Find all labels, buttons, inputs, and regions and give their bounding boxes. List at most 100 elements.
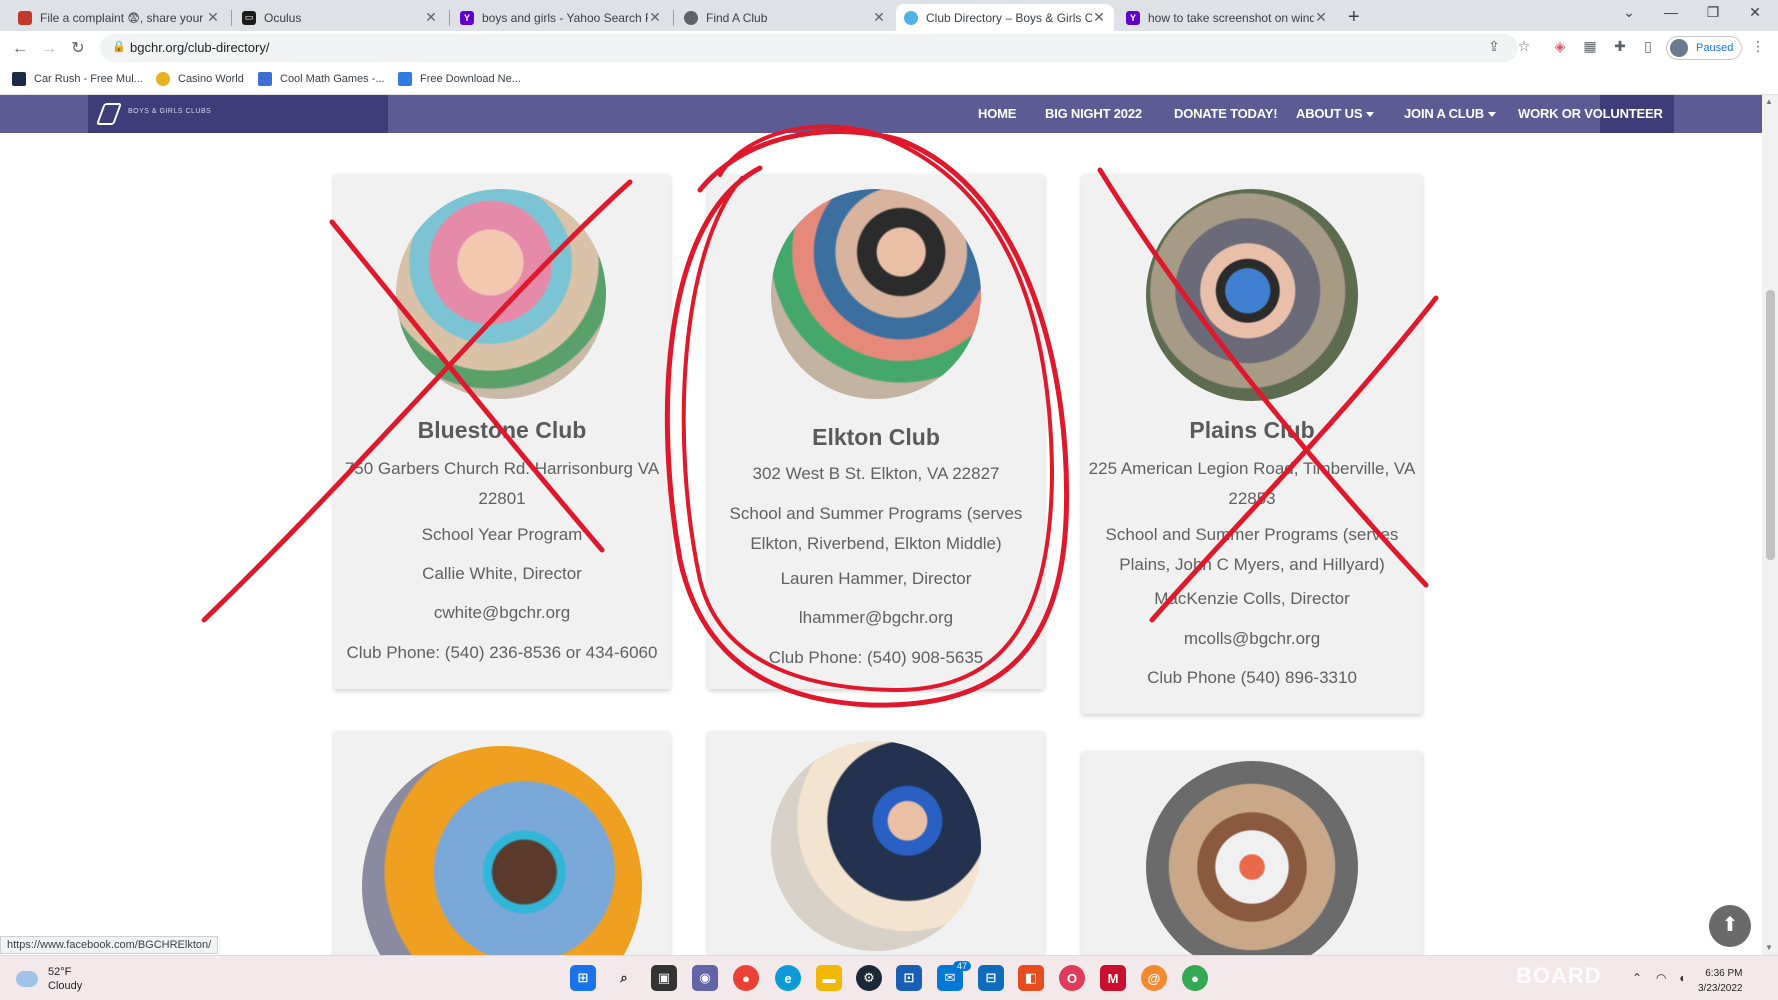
bookmark-free-download[interactable]: Free Download Ne... bbox=[398, 72, 521, 86]
side-panel-icon[interactable]: ▯ bbox=[1638, 38, 1658, 55]
windows-start-icon[interactable]: ⊞ bbox=[570, 965, 596, 991]
browser-window: File a complaint 😨, share your e ✕ ▭ Ocu… bbox=[0, 0, 1778, 1000]
microsoft-store-icon[interactable]: ⊡ bbox=[896, 965, 922, 991]
oculus-favicon-icon: ▭ bbox=[242, 10, 256, 25]
office-icon[interactable]: ◧ bbox=[1018, 965, 1044, 991]
logo-wordmark: BOYS & GIRLS CLUBS bbox=[128, 108, 212, 115]
nav-work-or-volunteer[interactable]: WORK OR VOLUNTEER bbox=[1518, 106, 1663, 121]
chrome-profile-icon[interactable]: ● bbox=[1182, 965, 1208, 991]
bookmark-cool-math[interactable]: Cool Math Games -... bbox=[258, 72, 385, 86]
chat-icon[interactable]: ◉ bbox=[692, 965, 718, 991]
car-rush-icon bbox=[12, 72, 26, 86]
tab-screenshot-howto[interactable]: Y how to take screenshot on windo ✕ bbox=[1118, 4, 1336, 31]
club-photo bbox=[771, 741, 981, 951]
mail-badge: 47 bbox=[953, 961, 972, 971]
minimize-icon[interactable]: — bbox=[1656, 4, 1686, 20]
page-scrollbar[interactable]: ▲ ▼ bbox=[1762, 95, 1778, 955]
nav-join-a-club[interactable]: JOIN A CLUB bbox=[1404, 106, 1496, 121]
nav-label: JOIN A CLUB bbox=[1404, 106, 1484, 121]
wifi-icon[interactable]: ◠ bbox=[1656, 971, 1666, 985]
extension-icon[interactable]: ◈ bbox=[1550, 38, 1570, 55]
club-name: Plains Club bbox=[1189, 417, 1315, 443]
club-phone[interactable]: Club Phone (540) 896-3310 bbox=[1088, 663, 1416, 693]
club-director: MacKenzie Colls, Director bbox=[1154, 589, 1350, 608]
watermark-logo: BOARD bbox=[1516, 963, 1602, 988]
search-icon[interactable]: ⌕ bbox=[611, 965, 637, 991]
chrome-icon[interactable]: ● bbox=[733, 965, 759, 991]
close-tab-icon[interactable]: ✕ bbox=[648, 9, 662, 26]
tab-title: Club Directory – Boys & Girls Clu bbox=[926, 10, 1092, 25]
nav-home[interactable]: HOME bbox=[978, 106, 1016, 121]
mcafee-icon[interactable]: M bbox=[1100, 965, 1126, 991]
volume-icon[interactable]: ◖ bbox=[1678, 971, 1685, 985]
tab-strip: File a complaint 😨, share your e ✕ ▭ Ocu… bbox=[0, 0, 1778, 31]
close-tab-icon[interactable]: ✕ bbox=[1092, 9, 1106, 26]
scroll-to-top-button[interactable]: ⬆ bbox=[1709, 905, 1751, 947]
tab-search-chevron-icon[interactable]: ⌄ bbox=[1614, 4, 1644, 21]
nav-donate[interactable]: DONATE TODAY! bbox=[1174, 106, 1278, 121]
bookmark-label: Casino World bbox=[178, 73, 244, 85]
app-icon[interactable]: ⊟ bbox=[978, 965, 1004, 991]
weather-widget[interactable]: 52°F Cloudy bbox=[16, 965, 82, 993]
menu-kebab-icon[interactable]: ⋮ bbox=[1748, 38, 1768, 55]
scroll-down-arrow-icon[interactable]: ▼ bbox=[1765, 943, 1773, 952]
bookmark-label: Free Download Ne... bbox=[420, 73, 521, 85]
close-tab-icon[interactable]: ✕ bbox=[424, 9, 438, 26]
task-view-icon[interactable]: ▣ bbox=[651, 965, 677, 991]
bookmark-casino-world[interactable]: Casino World bbox=[156, 72, 244, 86]
puzzle-extensions-icon[interactable]: ✚ bbox=[1610, 38, 1630, 55]
shield-favicon-icon bbox=[18, 10, 32, 25]
club-phone[interactable]: Club Phone: (540) 236-8536 or 434-6060 bbox=[340, 638, 664, 668]
bookmark-car-rush[interactable]: Car Rush - Free Mul... bbox=[12, 72, 143, 86]
windows-taskbar: 52°F Cloudy ⊞ ⌕ ▣ ◉ ● e ▬ ⚙ ⊡ ✉ 47 ⊟ ◧ O… bbox=[0, 955, 1778, 1000]
edge-icon[interactable]: e bbox=[775, 965, 801, 991]
club-program: School and Summer Programs (serves Elkto… bbox=[729, 504, 1023, 553]
scrollbar-thumb[interactable] bbox=[1766, 290, 1775, 560]
nav-about-us[interactable]: ABOUT US bbox=[1296, 106, 1375, 121]
close-tab-icon[interactable]: ✕ bbox=[872, 9, 886, 26]
club-email[interactable]: lhammer@bgchr.org bbox=[714, 603, 1038, 633]
club-address: 225 American Legion Road, Timberville, V… bbox=[1088, 459, 1416, 508]
steam-icon[interactable]: ⚙ bbox=[856, 965, 882, 991]
club-program: School Year Program bbox=[421, 525, 583, 544]
club-card-row2-3 bbox=[1082, 751, 1422, 955]
address-bar[interactable]: 🔒 bgchr.org/club-directory/ bbox=[100, 34, 1518, 62]
reload-icon[interactable]: ↻ bbox=[67, 38, 89, 60]
club-program: School and Summer Programs (serves Plain… bbox=[1105, 525, 1399, 574]
avatar bbox=[1670, 39, 1688, 57]
weather-condition: Cloudy bbox=[48, 980, 83, 992]
free-download-icon bbox=[398, 72, 412, 86]
bookmark-star-icon[interactable]: ☆ bbox=[1514, 38, 1534, 55]
extension-icon[interactable]: ▦ bbox=[1580, 38, 1600, 55]
share-icon[interactable]: ⇪ bbox=[1484, 38, 1504, 55]
tab-yahoo-search[interactable]: Y boys and girls - Yahoo Search Re ✕ bbox=[452, 4, 670, 31]
restore-icon[interactable]: ❐ bbox=[1698, 4, 1728, 21]
club-email[interactable]: cwhite@bgchr.org bbox=[340, 598, 664, 628]
file-explorer-icon[interactable]: ▬ bbox=[816, 965, 842, 991]
nav-label: ABOUT US bbox=[1296, 106, 1363, 121]
scroll-up-arrow-icon[interactable]: ▲ bbox=[1765, 97, 1773, 106]
close-tab-icon[interactable]: ✕ bbox=[1314, 9, 1328, 26]
profile-button[interactable]: Paused bbox=[1666, 36, 1742, 60]
new-tab-icon[interactable]: + bbox=[1348, 6, 1360, 29]
system-clock[interactable]: 6:36 PM 3/23/2022 bbox=[1698, 966, 1743, 996]
tab-title: how to take screenshot on windo bbox=[1148, 10, 1314, 25]
caret-down-icon bbox=[1366, 112, 1375, 118]
tab-complaint[interactable]: File a complaint 😨, share your e ✕ bbox=[10, 4, 228, 31]
close-window-icon[interactable]: ✕ bbox=[1740, 4, 1770, 21]
tab-title: boys and girls - Yahoo Search Re bbox=[482, 10, 648, 25]
temperature: 52°F bbox=[48, 966, 72, 978]
tab-oculus[interactable]: ▭ Oculus ✕ bbox=[234, 4, 446, 31]
swirl-app-icon[interactable]: @ bbox=[1141, 965, 1167, 991]
forward-arrow-icon[interactable]: → bbox=[38, 38, 60, 60]
globe-favicon-icon bbox=[684, 10, 698, 25]
club-email[interactable]: mcolls@bgchr.org bbox=[1088, 624, 1416, 654]
opera-icon[interactable]: O bbox=[1059, 965, 1085, 991]
back-arrow-icon[interactable]: ← bbox=[9, 38, 31, 60]
club-phone[interactable]: Club Phone: (540) 908-5635 bbox=[714, 643, 1038, 673]
tray-chevron-icon[interactable]: ⌃ bbox=[1632, 971, 1642, 985]
tab-find-a-club[interactable]: Find A Club ✕ bbox=[676, 4, 894, 31]
nav-big-night[interactable]: BIG NIGHT 2022 bbox=[1045, 106, 1142, 121]
close-tab-icon[interactable]: ✕ bbox=[206, 9, 220, 26]
tab-club-directory[interactable]: Club Directory – Boys & Girls Clu ✕ bbox=[896, 4, 1114, 31]
